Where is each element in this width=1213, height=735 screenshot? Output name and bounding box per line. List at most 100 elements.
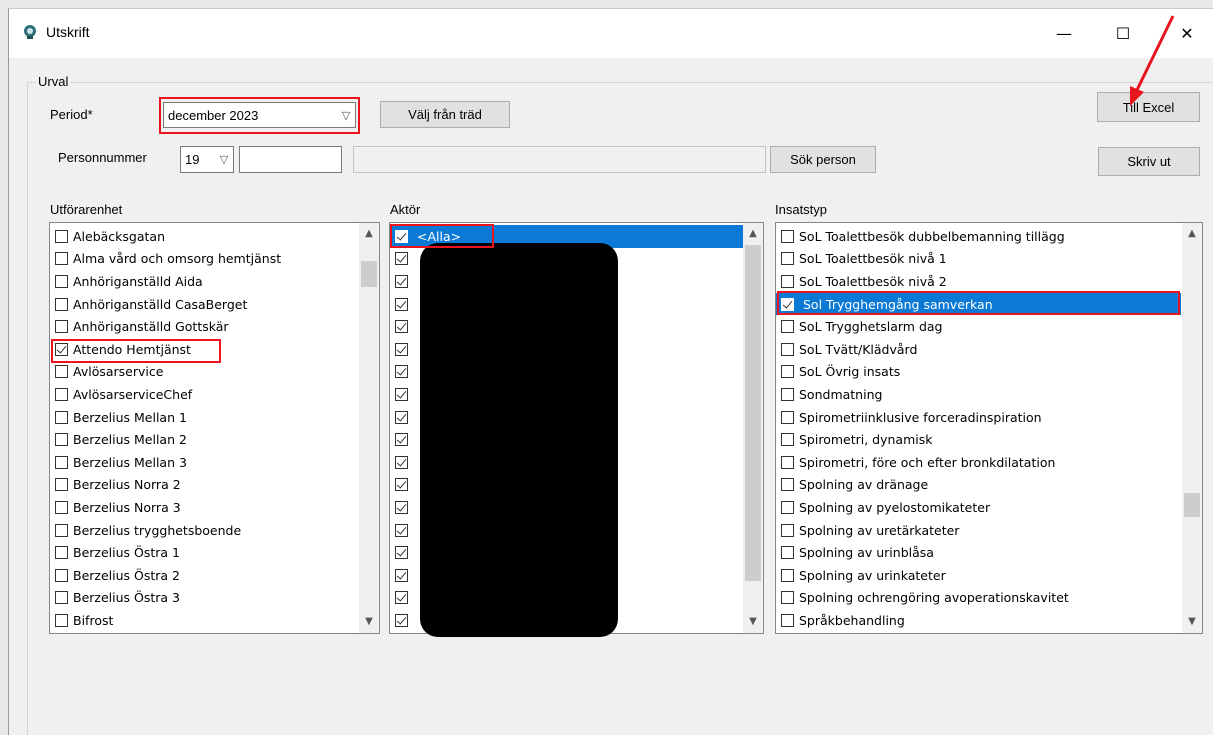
checkbox[interactable] — [55, 500, 68, 514]
checkbox[interactable] — [395, 252, 408, 266]
scroll-thumb[interactable] — [1184, 493, 1200, 517]
insatstyp-item[interactable]: SoL Trygghetslarm dag — [776, 315, 1181, 338]
checkbox[interactable] — [395, 365, 408, 379]
scroll-down-icon[interactable]: ▼ — [359, 611, 379, 631]
checkbox[interactable] — [55, 455, 68, 469]
insatstyp-item[interactable]: Sondmatning — [776, 383, 1181, 406]
checkbox[interactable] — [781, 613, 794, 627]
checkbox[interactable] — [781, 568, 794, 582]
checkbox[interactable] — [395, 274, 408, 288]
print-button[interactable]: Skriv ut — [1098, 147, 1200, 176]
checkbox[interactable] — [55, 568, 68, 582]
aktor-scrollbar[interactable]: ▲ ▼ — [743, 223, 763, 633]
checkbox[interactable] — [55, 613, 68, 627]
insatstyp-item[interactable]: Spolning av dränage — [776, 474, 1181, 497]
insatstyp-item[interactable]: Spolning av uretärkateter — [776, 519, 1181, 542]
utforarenhet-item[interactable]: Anhöriganställd Gottskär — [50, 315, 358, 338]
checkbox[interactable] — [781, 523, 794, 537]
checkbox[interactable] — [55, 229, 68, 243]
checkbox[interactable] — [395, 500, 408, 514]
checkbox[interactable] — [781, 342, 794, 356]
personnummer-input[interactable] — [239, 146, 342, 173]
checkbox[interactable] — [395, 387, 408, 401]
checkbox[interactable] — [781, 591, 794, 605]
checkbox[interactable] — [781, 546, 794, 560]
utforarenhet-item[interactable]: Berzelius Norra 2 — [50, 474, 358, 497]
insatstyp-item[interactable]: SoL Toalettbesök dubbelbemanning tillägg — [776, 225, 1181, 248]
checkbox[interactable] — [395, 320, 408, 334]
utforarenhet-item[interactable]: Berzelius Mellan 2 — [50, 428, 358, 451]
utforarenhet-item[interactable]: Berzelius trygghetsboende — [50, 519, 358, 542]
checkbox[interactable] — [781, 455, 794, 469]
insatstyp-item[interactable]: SoL Toalettbesök nivå 1 — [776, 248, 1181, 271]
checkbox[interactable] — [781, 274, 794, 288]
checkbox[interactable] — [781, 252, 794, 266]
checkbox[interactable] — [55, 410, 68, 424]
checkbox[interactable] — [395, 591, 408, 605]
checkbox[interactable] — [395, 297, 408, 311]
choose-from-tree-button[interactable]: Välj från träd — [380, 101, 510, 128]
utforarenhet-item[interactable]: Bifrost — [50, 609, 358, 632]
checkbox[interactable] — [781, 478, 794, 492]
checkbox[interactable] — [55, 252, 68, 266]
insatstyp-item[interactable]: SoL Tvätt/Klädvård — [776, 338, 1181, 361]
checkbox[interactable] — [395, 342, 408, 356]
checkbox[interactable] — [781, 410, 794, 424]
period-select[interactable]: december 2023 ▽ — [163, 102, 356, 128]
utforarenhet-item[interactable]: Berzelius Östra 1 — [50, 541, 358, 564]
insatstyp-item[interactable]: Spirometri, dynamisk — [776, 428, 1181, 451]
minimize-button[interactable]: — — [1041, 13, 1087, 53]
checkbox[interactable] — [395, 568, 408, 582]
insatstyp-item[interactable]: Språkbehandling — [776, 609, 1181, 632]
utforarenhet-item[interactable]: Alebäcksgatan — [50, 225, 358, 248]
utforarenhet-item[interactable]: Avlösarservice — [50, 361, 358, 384]
checkbox[interactable] — [55, 297, 68, 311]
checkbox[interactable] — [55, 274, 68, 288]
checkbox[interactable] — [395, 410, 408, 424]
utforarenhet-item[interactable]: Berzelius Östra 3 — [50, 587, 358, 610]
checkbox[interactable] — [395, 433, 408, 447]
scroll-up-icon[interactable]: ▲ — [359, 223, 379, 243]
utforarenhet-list[interactable]: Alebäcksgatan Alma vård och omsorg hemtjä… — [49, 222, 380, 634]
checkbox[interactable] — [55, 365, 68, 379]
utforarenhet-item[interactable]: Anhöriganställd Aida — [50, 270, 358, 293]
checkbox[interactable] — [781, 387, 794, 401]
checkbox[interactable] — [395, 546, 408, 560]
utforarenhet-item[interactable]: Anhöriganställd CasaBerget — [50, 293, 358, 316]
checkbox[interactable] — [55, 433, 68, 447]
utforarenhet-item[interactable]: AvlösarserviceChef — [50, 383, 358, 406]
checkbox[interactable] — [395, 613, 408, 627]
checkbox[interactable] — [781, 433, 794, 447]
checkbox[interactable] — [781, 320, 794, 334]
checkbox[interactable] — [55, 320, 68, 334]
utforarenhet-item[interactable]: Berzelius Östra 2 — [50, 564, 358, 587]
insatstyp-item[interactable]: Spolning av urinkateter — [776, 564, 1181, 587]
scroll-down-icon[interactable]: ▼ — [1182, 611, 1202, 631]
insatstyp-item[interactable]: Spolning av urinblåsa — [776, 541, 1181, 564]
utforarenhet-item[interactable]: Berzelius Norra 3 — [50, 496, 358, 519]
checkbox[interactable] — [55, 523, 68, 537]
utforarenhet-scrollbar[interactable]: ▲ ▼ — [359, 223, 379, 633]
insatstyp-item[interactable]: Spolning av pyelostomikateter — [776, 496, 1181, 519]
checkbox[interactable] — [395, 455, 408, 469]
checkbox[interactable] — [55, 591, 68, 605]
insatstyp-list[interactable]: SoL Toalettbesök dubbelbemanning tillägg… — [775, 222, 1203, 634]
checkbox[interactable] — [781, 500, 794, 514]
scroll-up-icon[interactable]: ▲ — [743, 223, 763, 243]
scroll-up-icon[interactable]: ▲ — [1182, 223, 1202, 243]
utforarenhet-item[interactable]: Berzelius Mellan 3 — [50, 451, 358, 474]
checkbox[interactable] — [55, 478, 68, 492]
insatstyp-item[interactable]: SoL Toalettbesök nivå 2 — [776, 270, 1181, 293]
scroll-down-icon[interactable]: ▼ — [743, 611, 763, 631]
insatstyp-item[interactable]: Spirometri, före och efter bronkdilatati… — [776, 451, 1181, 474]
checkbox[interactable] — [781, 229, 794, 243]
scroll-thumb[interactable] — [745, 245, 761, 581]
century-select[interactable]: 19 ▽ — [180, 146, 234, 173]
search-person-button[interactable]: Sök person — [770, 146, 876, 173]
checkbox[interactable] — [55, 546, 68, 560]
scroll-thumb[interactable] — [361, 261, 377, 287]
checkbox[interactable] — [55, 387, 68, 401]
insatstyp-item[interactable]: Spirometriinklusive forceradinspiration — [776, 406, 1181, 429]
insatstyp-scrollbar[interactable]: ▲ ▼ — [1182, 223, 1202, 633]
utforarenhet-item[interactable]: Berzelius Mellan 1 — [50, 406, 358, 429]
